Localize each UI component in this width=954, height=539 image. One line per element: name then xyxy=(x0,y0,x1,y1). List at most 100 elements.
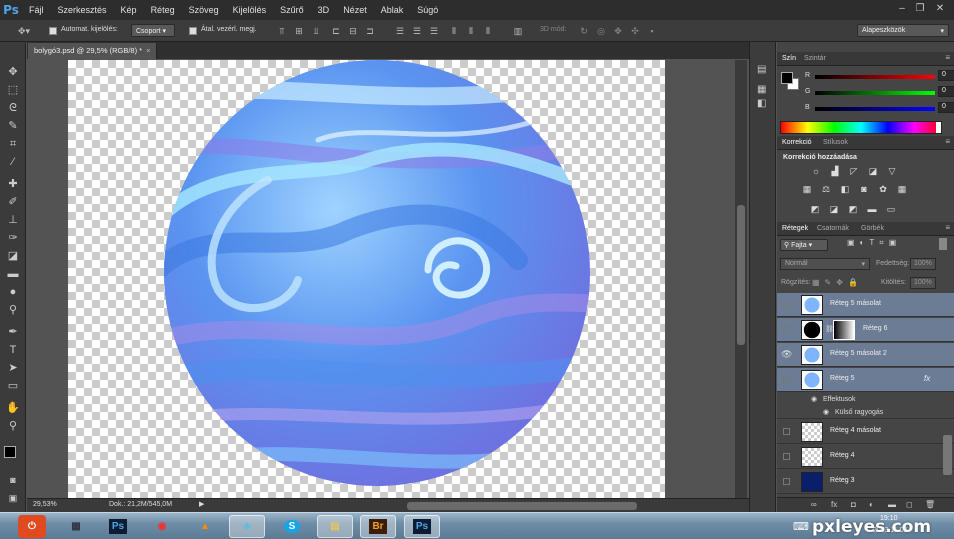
threshold-icon[interactable]: ◩ xyxy=(847,204,859,215)
menu-image[interactable]: Kép xyxy=(114,0,144,20)
slider-r-value[interactable]: 0 xyxy=(938,70,954,81)
align-top-icon[interactable]: ⫪ xyxy=(276,25,288,37)
transform-controls-checkbox[interactable] xyxy=(189,27,197,35)
color-lookup-icon[interactable]: ▦ xyxy=(896,184,908,195)
distribute-hcenter-icon[interactable]: ⦀ xyxy=(465,25,477,37)
opacity-field[interactable]: 100% xyxy=(910,258,936,270)
explorer-icon[interactable]: ▤ xyxy=(317,515,353,538)
chrome-icon[interactable]: ◉ xyxy=(144,515,180,538)
align-right-icon[interactable]: ⊐ xyxy=(364,25,376,37)
slider-g[interactable]: G0 xyxy=(805,86,954,98)
3d-scale-icon[interactable]: ▪ xyxy=(646,25,658,37)
tab-channels[interactable]: Csatornák xyxy=(817,225,849,232)
bridge-icon[interactable]: Br xyxy=(360,515,396,538)
tab-layers[interactable]: Rétegek xyxy=(782,225,808,232)
canvas[interactable] xyxy=(68,60,665,498)
color-fg-swatch[interactable] xyxy=(781,72,793,84)
layer-row[interactable]: ⛓ Réteg 6 xyxy=(777,318,954,342)
eyedropper-tool-icon[interactable]: ⁄ xyxy=(4,154,22,170)
3d-pan-icon[interactable]: ✥ xyxy=(612,25,624,37)
visibility-toggle[interactable] xyxy=(783,326,790,333)
distribute-top-icon[interactable]: ☰ xyxy=(394,25,406,37)
layer-row[interactable]: Réteg 4 másolat xyxy=(777,420,954,444)
brightness-icon[interactable]: ☼ xyxy=(810,166,822,177)
fx-icon[interactable]: fx xyxy=(924,374,930,383)
posterize-icon[interactable]: ◪ xyxy=(828,204,840,215)
add-mask-icon[interactable]: ◘ xyxy=(851,500,856,509)
restore-button[interactable]: ❐ xyxy=(912,2,928,16)
move-tool-icon[interactable]: ✥▾ xyxy=(14,25,34,37)
type-tool-icon[interactable]: T xyxy=(4,342,22,358)
hue-saturation-icon[interactable]: ▦ xyxy=(801,184,813,195)
tab-paths[interactable]: Görbék xyxy=(861,225,884,232)
vertical-scrollbar[interactable] xyxy=(735,60,747,498)
effects-eye-icon[interactable]: ◉ xyxy=(811,395,817,403)
color-spectrum[interactable] xyxy=(780,121,942,134)
layer-mask-thumbnail[interactable] xyxy=(833,320,855,340)
distribute-vcenter-icon[interactable]: ☰ xyxy=(411,25,423,37)
tab-adjustments[interactable]: Korrekció xyxy=(782,139,812,146)
outer-glow-eye-icon[interactable]: ◉ xyxy=(823,408,829,416)
eye-icon[interactable]: 👁 xyxy=(781,348,792,360)
quick-mask-icon[interactable]: ◙ xyxy=(4,472,22,488)
selective-color-icon[interactable]: ▭ xyxy=(885,204,897,215)
photo-filter-icon[interactable]: ◙ xyxy=(858,184,870,195)
menu-select[interactable]: Kijelölés xyxy=(226,0,274,20)
add-style-icon[interactable]: fx xyxy=(831,500,837,509)
document-tab[interactable]: bolygó3.psd @ 29,5% (RGB/8) * × xyxy=(28,43,158,59)
hand-tool-icon[interactable]: ✋ xyxy=(4,400,22,416)
tab-styles[interactable]: Stílusok xyxy=(823,139,848,146)
levels-icon[interactable]: ▟ xyxy=(829,166,841,177)
new-layer-icon[interactable]: ◻ xyxy=(906,500,913,509)
history-brush-tool-icon[interactable]: ✑ xyxy=(4,230,22,246)
vibrance-icon[interactable]: ▽ xyxy=(886,166,898,177)
brush-tool-icon[interactable]: ✐ xyxy=(4,194,22,210)
properties-icon[interactable]: ▦ xyxy=(757,84,766,95)
exposure-icon[interactable]: ◪ xyxy=(867,166,879,177)
vertical-scroll-thumb[interactable] xyxy=(737,205,745,345)
minimize-button[interactable]: – xyxy=(894,2,910,16)
menu-3d[interactable]: 3D xyxy=(311,0,337,20)
3d-slide-icon[interactable]: ✣ xyxy=(629,25,641,37)
path-select-tool-icon[interactable]: ➤ xyxy=(4,360,22,376)
calculator-icon[interactable]: ▦ xyxy=(58,515,94,538)
new-group-icon[interactable]: ▬ xyxy=(888,500,896,509)
slider-b-value[interactable]: 0 xyxy=(938,102,954,113)
photoshop-taskbar-icon[interactable]: Ps xyxy=(100,515,136,538)
visibility-toggle[interactable] xyxy=(783,478,790,485)
invert-icon[interactable]: ◩ xyxy=(809,204,821,215)
app-icon[interactable]: ◈ xyxy=(229,515,265,538)
lasso-tool-icon[interactable]: ᘓ xyxy=(4,100,22,116)
horizontal-scroll-thumb[interactable] xyxy=(407,502,637,510)
layer-row[interactable]: Réteg 4 xyxy=(777,445,954,469)
clone-stamp-tool-icon[interactable]: ⊥ xyxy=(4,212,22,228)
gradient-tool-icon[interactable]: ▬ xyxy=(4,266,22,282)
panel-menu-icon[interactable]: ≡ xyxy=(945,53,950,62)
link-layers-icon[interactable]: ∞ xyxy=(811,500,817,509)
tab-swatches[interactable]: Szintár xyxy=(804,55,826,62)
close-document-icon[interactable]: × xyxy=(146,46,150,55)
move-tool-icon[interactable]: ✥ xyxy=(4,64,22,80)
marquee-tool-icon[interactable]: ⬚ xyxy=(4,82,22,98)
layer-filter-icons[interactable]: ▣◐T⌗▣ xyxy=(847,238,901,248)
history-icon[interactable]: ▤ xyxy=(757,64,766,75)
slider-g-value[interactable]: 0 xyxy=(938,86,954,97)
info-icon[interactable]: ◧ xyxy=(757,98,766,109)
curves-icon[interactable]: ◸ xyxy=(848,166,860,177)
layers-scroll-thumb[interactable] xyxy=(943,435,952,475)
photoshop-active-icon[interactable]: Ps xyxy=(404,515,440,538)
blur-tool-icon[interactable]: ● xyxy=(4,284,22,300)
eraser-tool-icon[interactable]: ◪ xyxy=(4,248,22,264)
3d-rotate-icon[interactable]: ↻ xyxy=(578,25,590,37)
panel-menu-icon[interactable]: ≡ xyxy=(945,137,950,146)
visibility-toggle[interactable] xyxy=(783,376,790,383)
menu-window[interactable]: Ablak xyxy=(374,0,411,20)
distribute-right-icon[interactable]: ⦀ xyxy=(482,25,494,37)
visibility-toggle[interactable] xyxy=(783,301,790,308)
auto-select-checkbox[interactable] xyxy=(49,27,57,35)
filter-toggle[interactable] xyxy=(939,238,947,250)
vlc-icon[interactable]: ▲ xyxy=(187,515,223,538)
outer-glow-label[interactable]: Külső ragyogás xyxy=(835,409,883,416)
layer-row[interactable]: Réteg 3 xyxy=(777,470,954,494)
distribute-bottom-icon[interactable]: ☰ xyxy=(428,25,440,37)
